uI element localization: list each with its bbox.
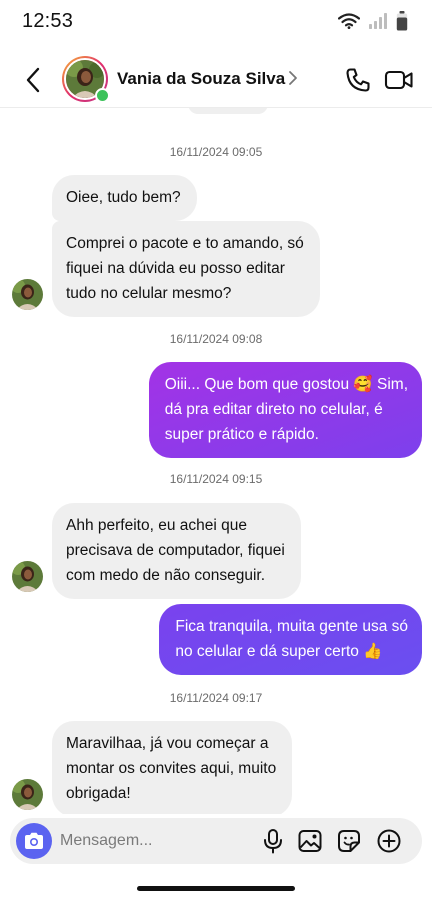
sender-avatar[interactable] (12, 561, 43, 592)
contact-name[interactable]: Vania da Souza Silva (117, 69, 285, 89)
voice-call-button[interactable] (344, 66, 372, 94)
voice-message-button[interactable] (260, 828, 286, 854)
message-text: Oiee, tudo bem? (66, 189, 181, 206)
message-line: Fica tranquila, muita gente usa só (175, 618, 408, 635)
timestamp: 16/11/2024 09:15 (169, 472, 263, 486)
chat-header: Vania da Souza Silva (0, 52, 432, 108)
message-line: dá pra editar direto no celular, é (164, 401, 383, 418)
message-input[interactable] (60, 826, 250, 856)
microphone-icon (264, 829, 282, 854)
message-line: montar os convites aqui, muito (66, 760, 277, 777)
phone-icon (346, 68, 370, 92)
more-options-button[interactable] (376, 828, 402, 854)
incoming-message[interactable]: Ahh perfeito, eu achei que precisava de … (52, 503, 301, 599)
message-line: Maravilhaa, já vou começar a (66, 735, 269, 752)
timestamp: 16/11/2024 09:17 (169, 691, 263, 705)
online-status-dot (95, 88, 110, 103)
previous-message-edge (188, 108, 268, 114)
message-line: super prático e rápido. (164, 426, 319, 443)
wifi-icon (338, 13, 360, 29)
message-line: tudo no celular mesmo? (66, 285, 232, 302)
back-button[interactable] (20, 66, 46, 94)
camera-icon (25, 832, 43, 849)
sender-photo (12, 779, 43, 810)
incoming-message[interactable]: Oiee, tudo bem? (52, 175, 197, 221)
cell-signal-icon (369, 13, 387, 29)
timestamp: 16/11/2024 09:08 (169, 332, 263, 346)
message-line: Oiii... Que bom que gostou 🥰 Sim, (164, 376, 408, 393)
sender-photo (12, 561, 43, 592)
outgoing-message[interactable]: Oiii... Que bom que gostou 🥰 Sim, dá pra… (148, 362, 422, 458)
sender-avatar[interactable] (12, 279, 43, 310)
status-time: 12:53 (22, 10, 74, 32)
message-thread[interactable]: 16/11/2024 09:05 Oiee, tudo bem? Comprei… (0, 108, 432, 814)
timestamp: 16/11/2024 09:05 (169, 145, 263, 159)
message-line: precisava de computador, fiquei (66, 542, 285, 559)
video-call-button[interactable] (384, 66, 414, 94)
chevron-right-icon (289, 71, 297, 85)
sticker-button[interactable] (336, 828, 362, 854)
incoming-message[interactable]: Maravilhaa, já vou começar a montar os c… (52, 721, 293, 814)
video-camera-icon (384, 70, 413, 90)
sticker-icon (338, 830, 360, 852)
home-indicator[interactable] (137, 886, 295, 891)
outgoing-message[interactable]: Fica tranquila, muita gente usa só no ce… (159, 604, 422, 675)
message-composer (10, 818, 422, 864)
contact-avatar[interactable] (62, 56, 110, 103)
battery-icon (396, 11, 408, 31)
message-line: obrigada! (66, 785, 131, 802)
plus-circle-icon (377, 829, 401, 853)
status-bar: 12:53 (0, 0, 432, 44)
image-icon (298, 830, 322, 852)
message-line: Comprei o pacote e to amando, só (66, 235, 304, 252)
message-line: com medo de não conseguir. (66, 567, 266, 584)
message-line: fiquei na dúvida eu posso editar (66, 260, 285, 277)
chevron-left-icon (26, 67, 40, 93)
sender-photo (12, 279, 43, 310)
status-icons (338, 11, 408, 31)
camera-button[interactable] (16, 823, 52, 859)
sender-avatar[interactable] (12, 779, 43, 810)
message-line: no celular e dá super certo 👍 (175, 643, 383, 660)
gallery-button[interactable] (297, 828, 323, 854)
message-line: Ahh perfeito, eu achei que (66, 517, 247, 534)
incoming-message[interactable]: Comprei o pacote e to amando, só fiquei … (52, 221, 320, 317)
